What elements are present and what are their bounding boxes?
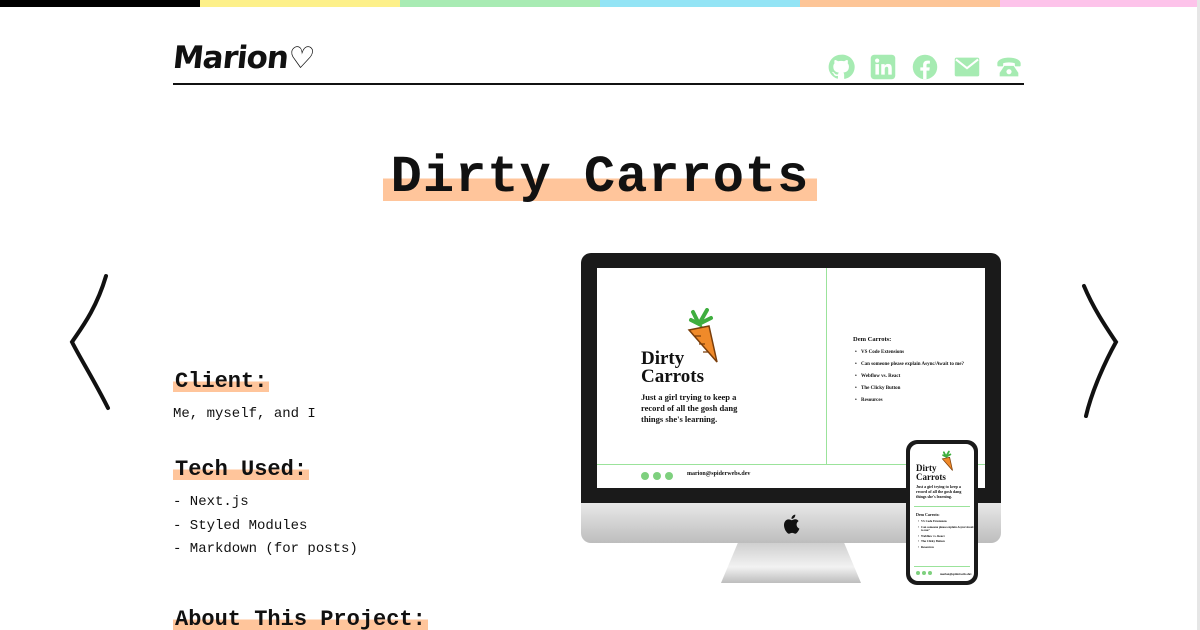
heart-icon: ♡	[286, 41, 316, 76]
phone-sidebar-item: VS Code Extensions	[918, 519, 974, 524]
mockup-social-icons	[641, 472, 673, 480]
phone-sidebar-item: Resources	[918, 545, 974, 550]
previous-project-arrow[interactable]	[62, 270, 114, 415]
social-links	[826, 52, 1024, 82]
email-icon	[954, 57, 980, 77]
mockup-tagline: Just a girl trying to keep a record of a…	[641, 392, 738, 424]
phone-sidebar-list: VS Code Extensions Can someone please ex…	[918, 519, 974, 551]
github-icon	[828, 54, 855, 79]
mockup-email: marion@spiderwebs.dev	[687, 471, 751, 477]
phone-sidebar-item: Webflow vs. React	[918, 534, 974, 539]
phone-divider	[914, 506, 970, 507]
phone-footer-divider	[914, 566, 970, 567]
chevron-left-icon	[69, 274, 110, 410]
next-project-arrow[interactable]	[1076, 280, 1122, 425]
rainbow-segment-yellow	[200, 0, 400, 7]
phone-mockup: Dirty Carrots Just a girl trying to keep…	[906, 440, 978, 585]
mockup-sidebar-item: Resources	[855, 398, 964, 404]
tech-item: - Markdown (for posts)	[173, 541, 358, 557]
rainbow-segment-pink	[1000, 0, 1200, 7]
mockup-sidebar-title: Dem Carrots:	[853, 336, 892, 343]
phone-sidebar-item: The Clicky Button	[918, 539, 974, 544]
about-heading: About This Project:	[173, 607, 428, 630]
tech-item: - Next.js	[173, 494, 249, 510]
phone-site-title: Dirty Carrots	[916, 464, 946, 482]
rainbow-segment-blue	[600, 0, 800, 7]
phone-screen: Dirty Carrots Just a girl trying to keep…	[910, 444, 974, 581]
rainbow-segment-orange	[800, 0, 1000, 7]
phone-email: marion@spiderwebs.dev	[940, 572, 972, 576]
tech-item: - Styled Modules	[173, 517, 308, 534]
client-value: Me, myself, and I	[173, 406, 316, 422]
client-heading: Client:	[173, 369, 270, 394]
title-wrapper: Dirty Carrots	[0, 148, 1200, 207]
mockup-sidebar-item: The Clicky Button	[855, 386, 964, 392]
phone-sidebar-item: Can someone please explain Async/Await t…	[918, 525, 974, 533]
phone-tagline: Just a girl trying to keep a record of a…	[916, 484, 962, 499]
mockup-divider	[826, 268, 827, 464]
mockup-sidebar-list: VS Code Extensions Can someone please ex…	[855, 350, 964, 410]
phone-icon	[997, 57, 1021, 77]
phone-link[interactable]	[994, 52, 1024, 82]
project-title: Dirty Carrots	[382, 148, 818, 207]
mockup-sidebar-item: Webflow vs. React	[855, 374, 964, 380]
imac-stand	[721, 543, 861, 583]
facebook-link[interactable]	[910, 52, 940, 82]
phone-social-icons	[916, 571, 932, 575]
tech-used-heading: Tech Used:	[173, 457, 310, 482]
apple-logo-icon	[784, 514, 800, 534]
rainbow-segment-green	[400, 0, 600, 7]
github-link[interactable]	[826, 52, 856, 82]
site-header: Marion♡	[171, 38, 1024, 85]
linkedin-icon	[870, 54, 896, 80]
rainbow-top-bar	[0, 0, 1200, 7]
mockup-sidebar-item: VS Code Extensions	[855, 350, 964, 356]
mockup-site-title: Dirty Carrots	[641, 349, 704, 387]
mockup-sidebar-item: Can someone please explain Async/Await t…	[855, 362, 964, 368]
linkedin-link[interactable]	[868, 52, 898, 82]
mockup-title-line2: Carrots	[641, 366, 704, 387]
site-logo[interactable]: Marion♡	[171, 40, 316, 76]
logo-text: Marion	[171, 40, 290, 76]
facebook-icon	[912, 54, 938, 80]
phone-title-line2: Carrots	[916, 472, 946, 482]
rainbow-segment-black	[0, 0, 200, 7]
tech-list: - Next.js - Styled Modules - Markdown (f…	[173, 494, 358, 565]
email-link[interactable]	[952, 52, 982, 82]
chevron-right-icon	[1082, 284, 1119, 418]
phone-sidebar-title: Dem Carrots:	[916, 512, 940, 517]
